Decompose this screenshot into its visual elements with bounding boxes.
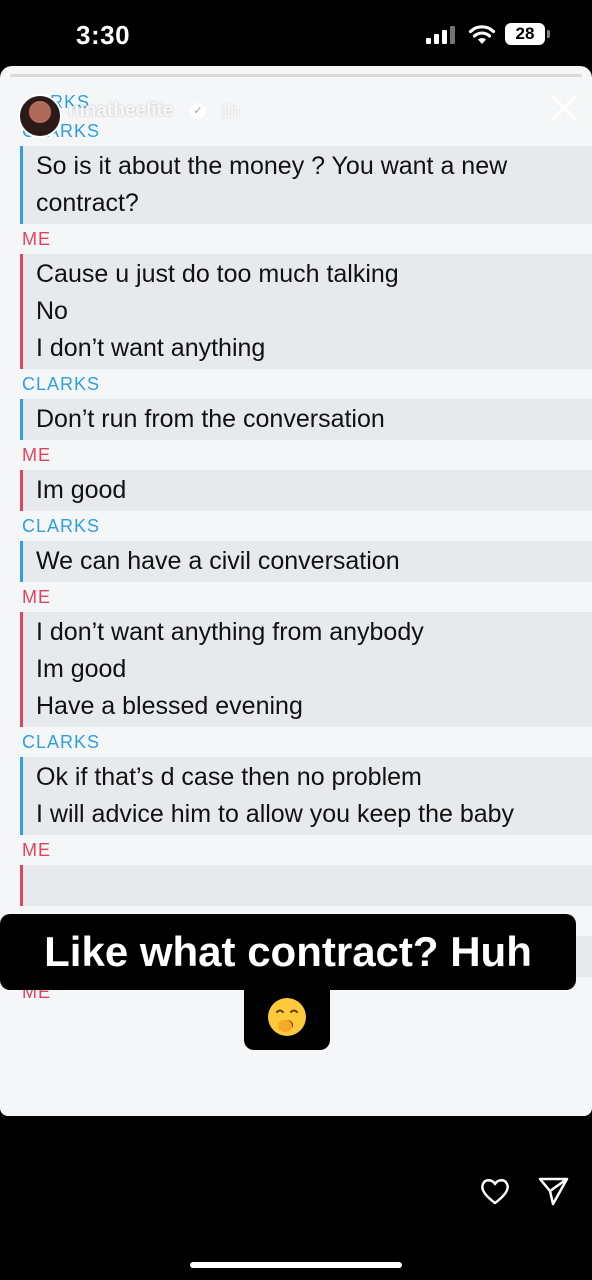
message-sender-label: CLARKS	[22, 374, 101, 394]
verified-badge-icon: ✓	[190, 103, 206, 119]
message-block	[20, 865, 592, 906]
message-line: I will advice him to allow you keep the …	[36, 800, 515, 828]
story-time-ago: 1h	[220, 101, 241, 121]
story-username[interactable]: ninatheelite	[68, 100, 174, 122]
status-time: 3:30	[76, 20, 131, 50]
message-sender-label: CLARKS	[22, 516, 101, 536]
message-line: I don’t want anything from anybody	[36, 618, 424, 646]
avatar[interactable]	[18, 94, 62, 138]
story-header: ninatheelite ✓ 1h	[0, 88, 592, 138]
message-sender-label: ME	[22, 445, 51, 465]
message-block: Cause u just do too much talking No I don’…	[20, 254, 592, 369]
message-block: Don’t run from the conversation	[20, 399, 592, 440]
chat-transcript: RKS CLARKS So is it about the money ? You…	[0, 88, 592, 1007]
message-line: I don’t want anything	[36, 334, 266, 362]
yawning-face-emoji-icon	[268, 998, 306, 1036]
message-line: No	[36, 297, 68, 325]
message-block: Ok if that’s d case then no problem I wil…	[20, 757, 592, 835]
story-progress-bar	[10, 74, 582, 77]
message-line: contract?	[36, 189, 139, 217]
message-block: So is it about the money ? You want a ne…	[20, 146, 592, 224]
home-indicator[interactable]	[190, 1262, 402, 1268]
cellular-signal-icon	[426, 26, 458, 44]
close-icon[interactable]	[544, 88, 584, 128]
message-line: Don’t run from the conversation	[36, 405, 385, 433]
message-line: Im good	[36, 476, 127, 504]
message-line: Have a blessed evening	[36, 692, 303, 720]
message-block: Im good	[20, 470, 592, 511]
message-line: So is it about the money ? You want a ne…	[36, 152, 508, 180]
message-line	[36, 867, 592, 904]
message-line: Cause u just do too much talking	[36, 260, 399, 288]
message-block: We can have a civil conversation	[20, 541, 592, 582]
send-icon[interactable]	[536, 1174, 570, 1208]
status-bar: 3:30 28	[0, 0, 592, 66]
message-line: Im good	[36, 655, 127, 683]
heart-icon[interactable]	[478, 1174, 512, 1208]
story-progress-fill	[10, 74, 582, 77]
emoji-sticker	[244, 988, 330, 1050]
wifi-icon	[468, 25, 496, 44]
message-sender-label: ME	[22, 840, 51, 860]
message-block: I don’t want anything from anybody Im goo…	[20, 612, 592, 727]
message-line: Ok if that’s d case then no problem	[36, 763, 422, 791]
message-sender-label: ME	[22, 587, 51, 607]
message-sender-label: ME	[22, 229, 51, 249]
battery-indicator: 28	[505, 23, 550, 45]
message-line: We can have a civil conversation	[36, 547, 400, 575]
story-caption: Like what contract? Huh	[0, 914, 576, 990]
message-sender-label: CLARKS	[22, 732, 101, 752]
